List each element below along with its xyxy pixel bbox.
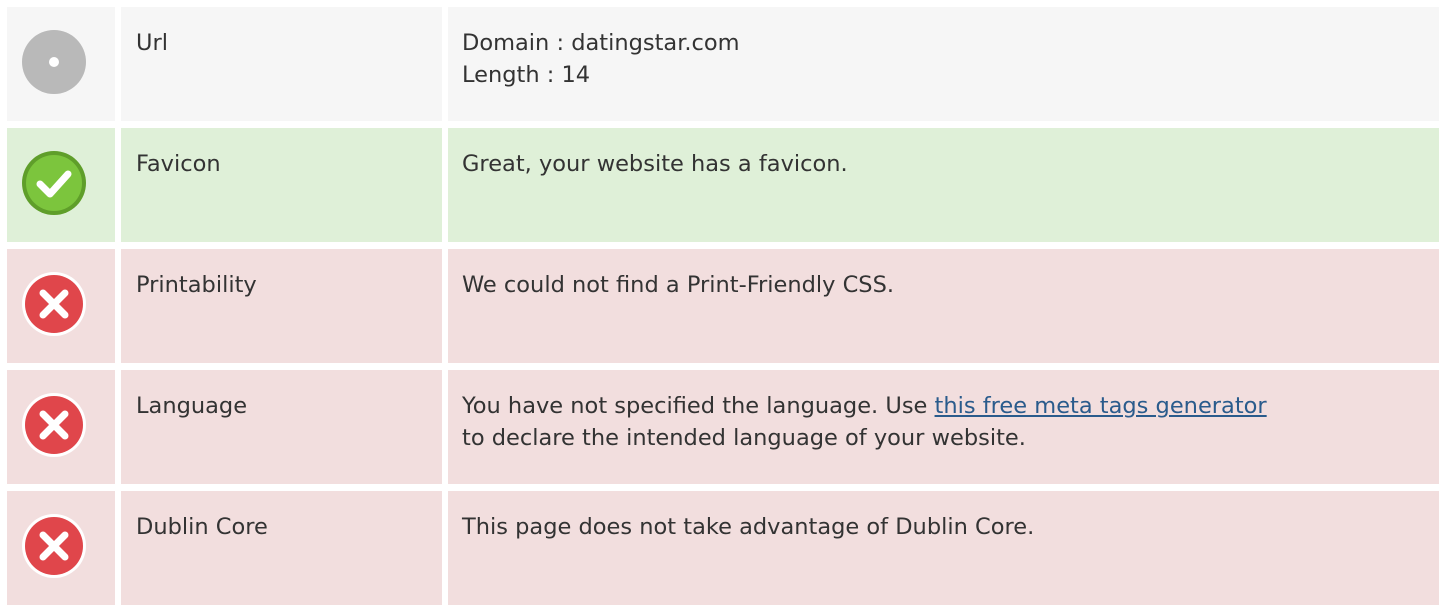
row-value-cell: This page does not take advantage of Dub… [448,491,1439,605]
row-label: Url [136,30,168,56]
status-icon-cell [7,7,115,121]
row-label-cell: Url [121,7,442,121]
language-result-line-2: to declare the intended language of your… [462,425,1026,451]
row-label-cell: Printability [121,249,442,363]
row-label-cell: Language [121,370,442,484]
domain-text: Domain : datingstar.com [462,30,740,56]
printability-result-text: We could not find a Print-Friendly CSS. [462,272,895,298]
row-label-cell: Favicon [121,128,442,242]
language-result-prefix: You have not specified the language. Use [462,393,935,419]
printability-row: Printability We could not find a Print-F… [7,249,1439,363]
row-label: Language [136,393,248,419]
check-icon [21,150,87,216]
seo-results-table: Url Domain : datingstar.com Length : 14 … [7,0,1439,605]
error-x-icon [21,271,87,337]
url-row: Url Domain : datingstar.com Length : 14 [7,7,1439,121]
length-text: Length : 14 [462,62,591,88]
row-label: Dublin Core [136,514,268,540]
meta-tags-generator-link[interactable]: this free meta tags generator [935,393,1267,419]
language-result-line-1: You have not specified the language. Use… [462,390,1439,422]
circle-neutral-icon [21,29,87,95]
row-label: Favicon [136,151,221,177]
row-value-cell: You have not specified the language. Use… [448,370,1439,484]
status-icon-cell [7,370,115,484]
dublin-core-row: Dublin Core This page does not take adva… [7,491,1439,605]
status-icon-cell [7,491,115,605]
favicon-result-text: Great, your website has a favicon. [462,151,848,177]
status-icon-cell [7,128,115,242]
row-label-cell: Dublin Core [121,491,442,605]
language-row: Language You have not specified the lang… [7,370,1439,484]
favicon-row: Favicon Great, your website has a favico… [7,128,1439,242]
error-x-icon [21,513,87,579]
error-x-icon [21,392,87,458]
row-value-cell: Great, your website has a favicon. [448,128,1439,242]
row-label: Printability [136,272,257,298]
dublin-core-result-text: This page does not take advantage of Dub… [462,514,1035,540]
row-value-cell: We could not find a Print-Friendly CSS. [448,249,1439,363]
row-value-cell: Domain : datingstar.com Length : 14 [448,7,1439,121]
status-icon-cell [7,249,115,363]
